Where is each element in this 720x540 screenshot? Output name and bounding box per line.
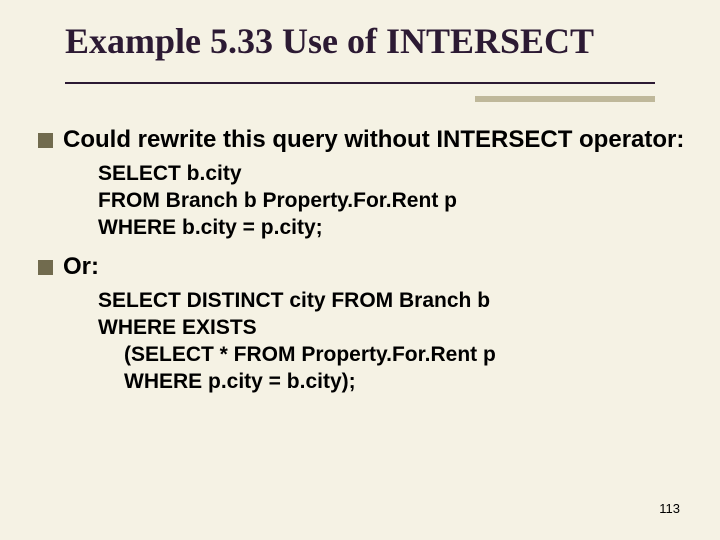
title-underline-dark — [65, 82, 655, 84]
title-underline-light — [475, 96, 655, 102]
code-line: WHERE p.city = b.city); — [98, 369, 690, 396]
bullet-item: Or: — [38, 253, 690, 282]
bullet-text: Or: — [63, 253, 99, 282]
square-bullet-icon — [38, 260, 53, 275]
code-block: SELECT DISTINCT city FROM Branch b WHERE… — [98, 288, 690, 396]
slide-title: Example 5.33 Use of INTERSECT — [65, 20, 680, 62]
bullet-text: Could rewrite this query without INTERSE… — [63, 126, 684, 155]
bullet-item: Could rewrite this query without INTERSE… — [38, 126, 690, 155]
code-block: SELECT b.city FROM Branch b Property.For… — [98, 161, 690, 242]
slide-body: Could rewrite this query without INTERSE… — [38, 126, 690, 408]
code-line: SELECT DISTINCT city FROM Branch b — [98, 288, 690, 315]
code-line: (SELECT * FROM Property.For.Rent p — [98, 342, 690, 369]
code-line: WHERE b.city = p.city; — [98, 215, 690, 242]
page-number: 113 — [659, 501, 680, 516]
code-line: SELECT b.city — [98, 161, 690, 188]
code-line: FROM Branch b Property.For.Rent p — [98, 188, 690, 215]
square-bullet-icon — [38, 133, 53, 148]
slide: Example 5.33 Use of INTERSECT Could rewr… — [0, 0, 720, 540]
code-line: WHERE EXISTS — [98, 315, 690, 342]
